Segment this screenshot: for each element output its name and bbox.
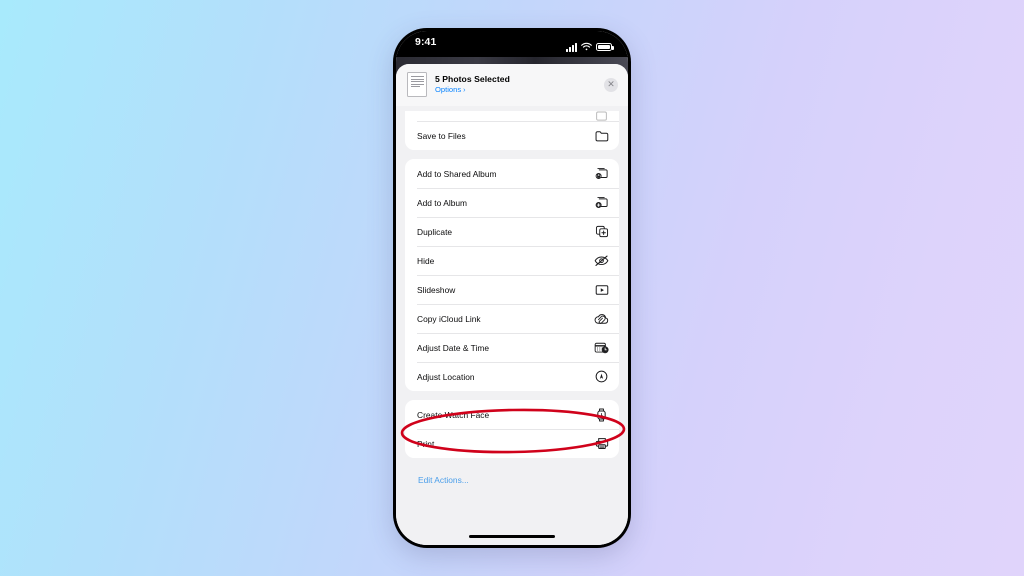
action-label: Add to Album: [417, 197, 468, 208]
action-label: Adjust Location: [417, 371, 475, 382]
chevron-right-icon: ›: [463, 86, 466, 94]
share-sheet-header: 5 Photos Selected Options › ✕: [396, 64, 628, 106]
printer-icon: [594, 436, 609, 451]
action-label: Add to Shared Album: [417, 168, 497, 179]
phone-screen: 9:41 5 Photos Selected Options › ✕ Save …: [396, 31, 628, 545]
location-icon: [594, 369, 609, 384]
options-link[interactable]: Options ›: [435, 85, 596, 95]
action-row-duplicate[interactable]: Duplicate: [405, 217, 619, 246]
action-group-files: Save to Files: [405, 111, 619, 150]
status-bar: 9:41: [396, 31, 628, 57]
duplicate-icon: [594, 224, 609, 239]
action-row-adjust-location[interactable]: Adjust Location: [405, 362, 619, 391]
status-indicators: [566, 38, 614, 56]
action-row-print[interactable]: Print: [405, 429, 619, 458]
close-icon[interactable]: ✕: [604, 77, 618, 92]
icloud-link-icon: [594, 311, 609, 326]
notch: [460, 31, 564, 51]
action-row-add-to-shared-album[interactable]: Add to Shared Album: [405, 159, 619, 188]
action-row-add-to-album[interactable]: Add to Album: [405, 188, 619, 217]
shared-album-icon: [594, 166, 609, 181]
calendar-clock-icon: [594, 340, 609, 355]
action-group-photos: Add to Shared Album Add to Album Duplica…: [405, 159, 619, 391]
options-link-label: Options: [435, 85, 462, 95]
share-sheet-title-block: 5 Photos Selected Options ›: [435, 74, 596, 96]
action-label: Copy iCloud Link: [417, 313, 481, 324]
action-row-hide[interactable]: Hide: [405, 246, 619, 275]
watch-icon: [594, 407, 609, 422]
battery-icon: [596, 43, 614, 51]
slideshow-icon: [594, 282, 609, 297]
action-label: Hide: [417, 255, 435, 266]
action-row-adjust-date-time[interactable]: Adjust Date & Time: [405, 333, 619, 362]
action-group-device: Create Watch Face Print: [405, 400, 619, 458]
action-row-create-watch-face[interactable]: Create Watch Face: [405, 400, 619, 429]
share-sheet: 5 Photos Selected Options › ✕ Save to Fi…: [396, 64, 628, 545]
share-sheet-title: 5 Photos Selected: [435, 73, 510, 84]
action-row-save-to-files[interactable]: Save to Files: [405, 121, 619, 150]
action-label: Slideshow: [417, 284, 456, 295]
action-label: Adjust Date & Time: [417, 342, 490, 353]
action-row-copy-icloud-link[interactable]: Copy iCloud Link: [405, 304, 619, 333]
action-list[interactable]: Save to Files Add to Shared Album Add to…: [396, 111, 628, 545]
add-album-icon: [594, 195, 609, 210]
action-label: Duplicate: [417, 226, 453, 237]
home-indicator: [469, 534, 555, 538]
phone-device-frame: 9:41 5 Photos Selected Options › ✕ Save …: [393, 28, 631, 548]
document-thumbnail-icon: [407, 72, 427, 97]
cellular-bars-icon: [566, 42, 577, 52]
action-label: Print: [417, 438, 435, 449]
action-label: Save to Files: [417, 130, 466, 141]
clipped-row[interactable]: [405, 111, 619, 121]
hide-eye-icon: [594, 253, 609, 268]
folder-icon: [594, 128, 609, 143]
action-label: Create Watch Face: [417, 409, 490, 420]
edit-actions-button[interactable]: Edit Actions...: [405, 467, 619, 485]
status-time: 9:41: [415, 36, 437, 48]
wifi-icon: [581, 38, 592, 56]
action-row-slideshow[interactable]: Slideshow: [405, 275, 619, 304]
